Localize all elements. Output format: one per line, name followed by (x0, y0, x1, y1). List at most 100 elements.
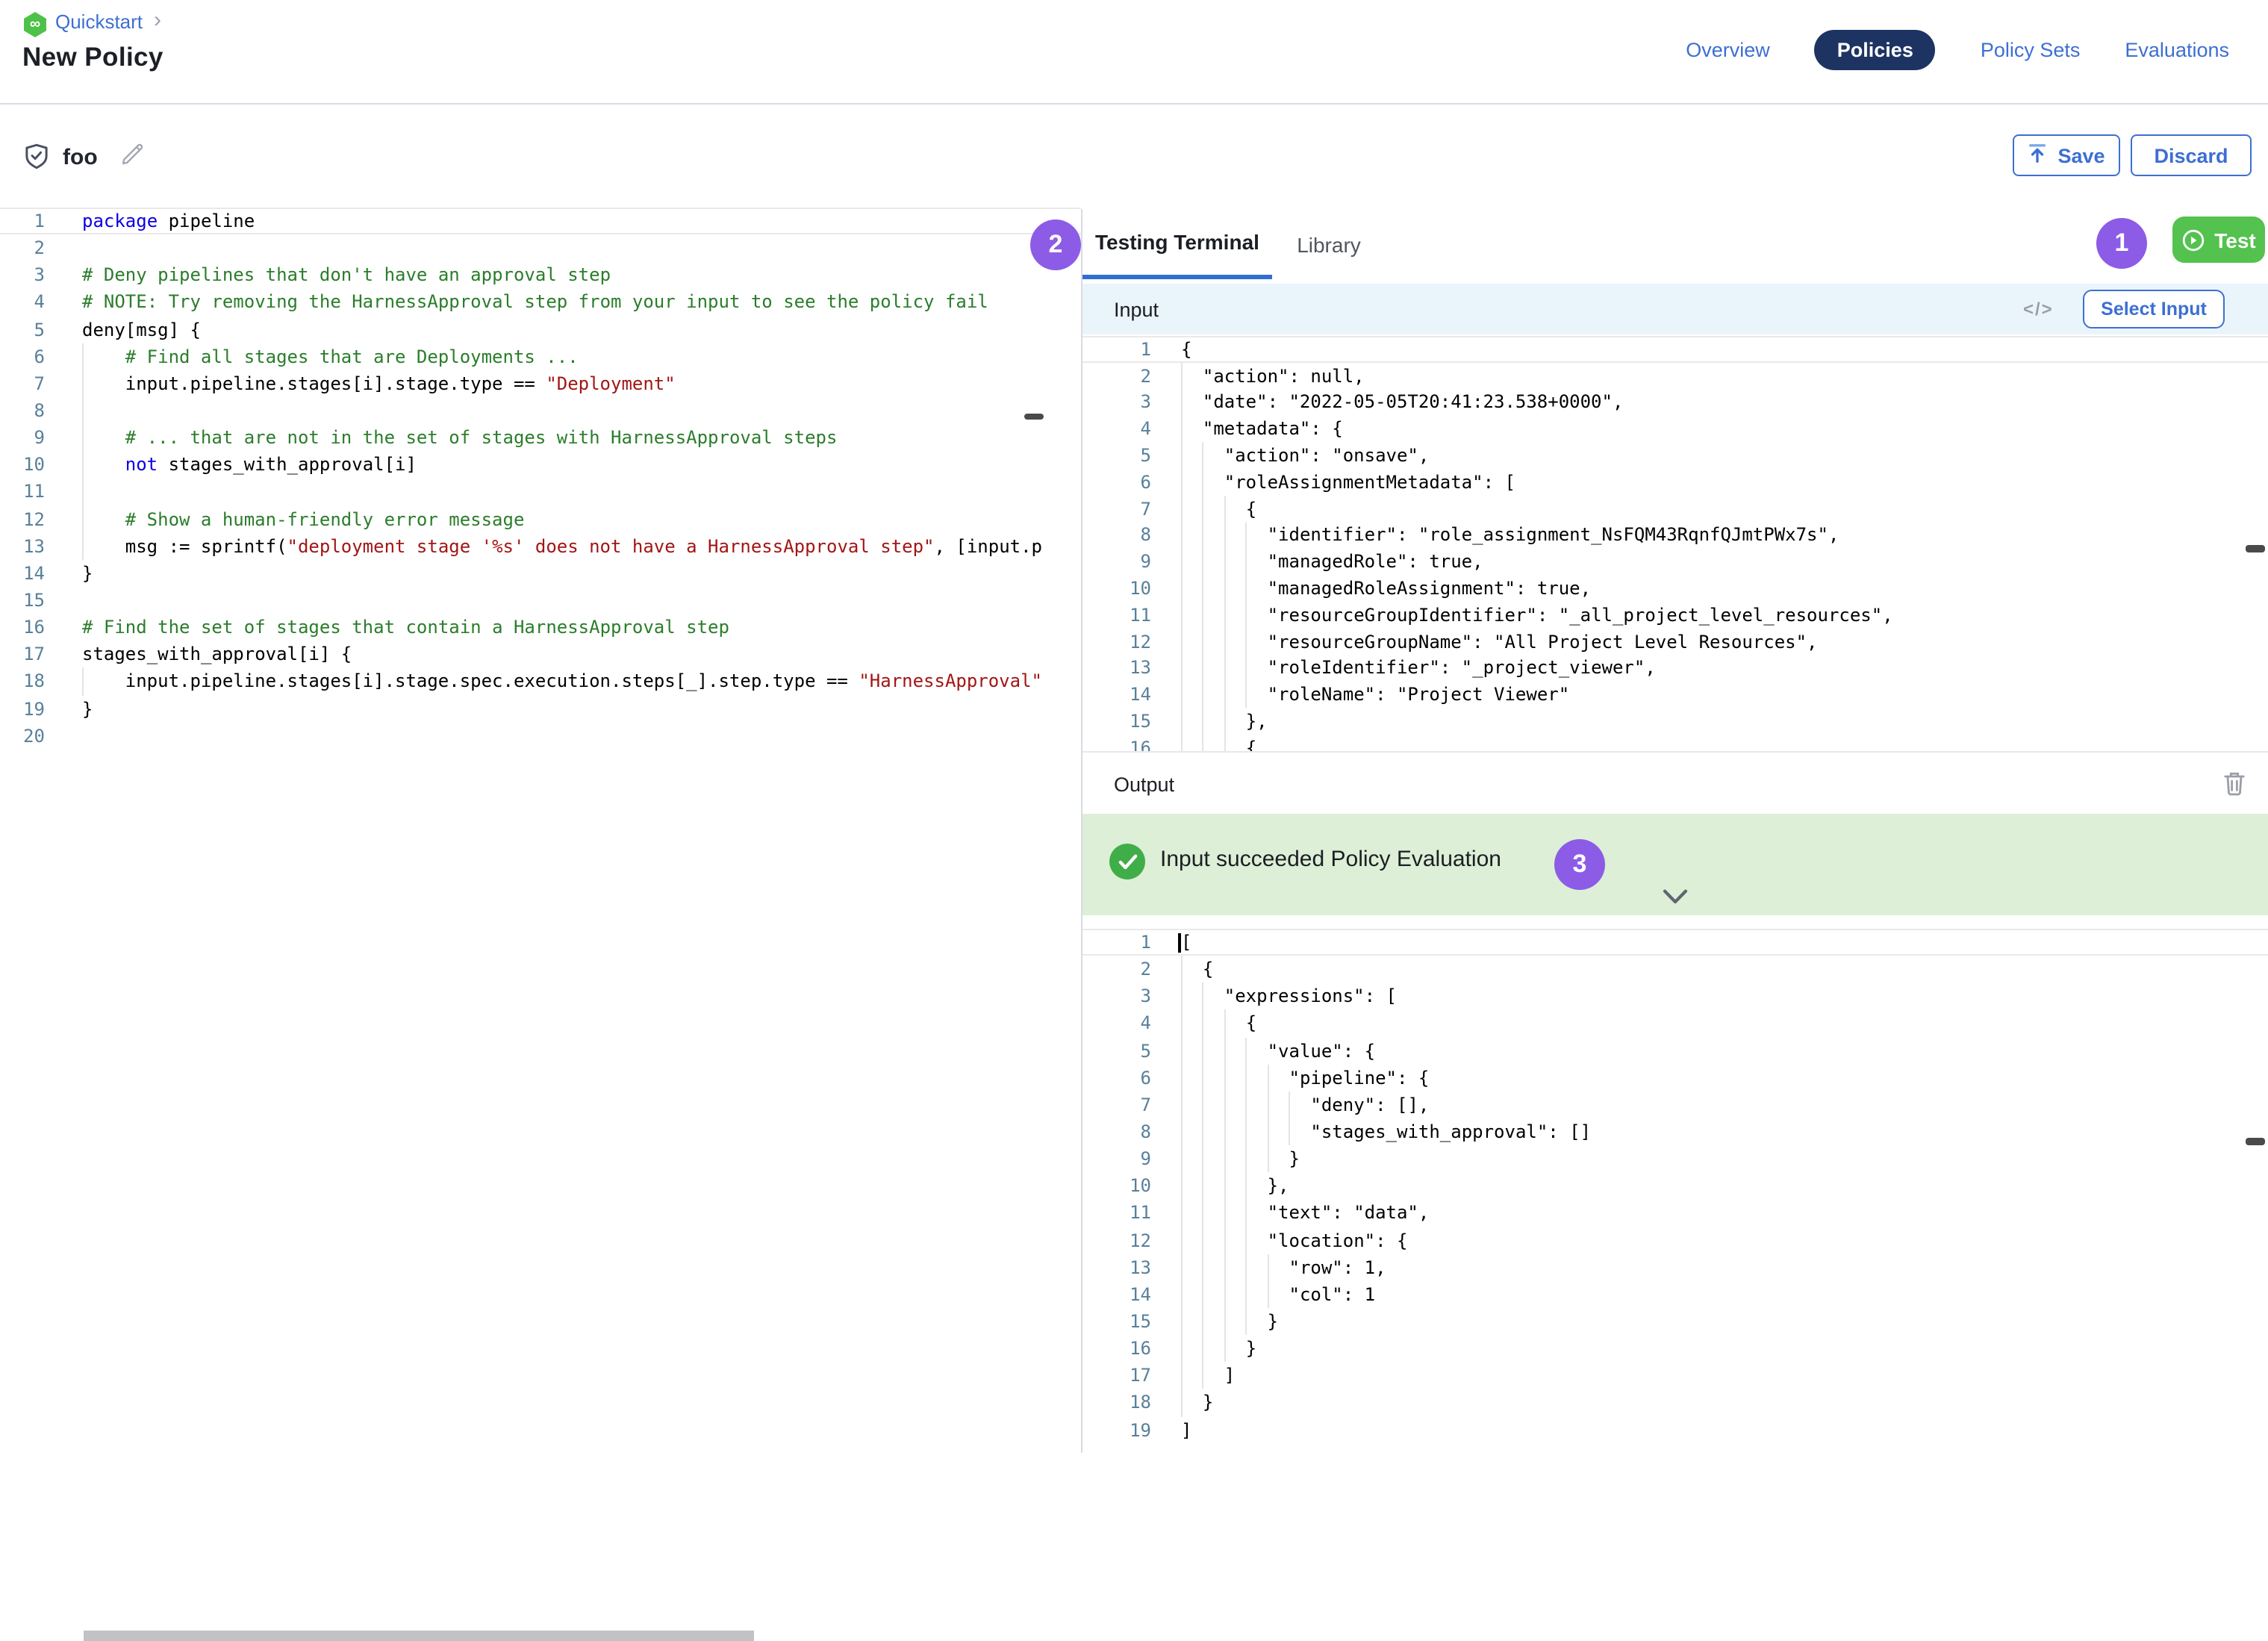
save-button[interactable]: Save (2013, 134, 2120, 176)
code-line[interactable]: 4"metadata": { (1082, 416, 2268, 443)
line-number: 13 (1082, 1254, 1151, 1280)
nav-tab-policy-sets[interactable]: Policy Sets (1981, 39, 2081, 61)
code-line[interactable]: 9} (1082, 1145, 2268, 1172)
code-line[interactable]: 14"col": 1 (1082, 1281, 2268, 1308)
code-line[interactable]: 1{ (1082, 336, 2268, 363)
code-line[interactable]: 11"resourceGroupIdentifier": "_all_proje… (1082, 602, 2268, 629)
code-text: input.pipeline.stages[i].stage.spec.exec… (125, 668, 1042, 695)
indent-guide (1224, 522, 1226, 549)
code-line[interactable]: 12"location": { (1082, 1227, 2268, 1254)
indent-guide (1268, 1254, 1269, 1280)
nav-tab-policies[interactable]: Policies (1815, 30, 1936, 70)
code-line[interactable]: 7"deny": [], (1082, 1092, 2268, 1118)
code-line[interactable]: 13 "row": 1, (1082, 1254, 2268, 1280)
code-line[interactable]: 8"identifier": "role_assignment_NsFQM43R… (1082, 522, 2268, 549)
code-line[interactable]: 4{ (1082, 1010, 2268, 1037)
indent-guide (1181, 735, 1183, 753)
output-editor-scrollbar-thumb[interactable] (2246, 1138, 2265, 1145)
code-line[interactable]: 1package pipeline (0, 208, 1081, 234)
code-line[interactable]: 3"date": "2022-05-05T20:41:23.538+0000", (1082, 389, 2268, 416)
evaluation-result-message: Input succeeded Policy Evaluation (1160, 847, 1501, 872)
code-line[interactable]: 15} (1082, 1308, 2268, 1335)
code-line[interactable]: 7input.pipeline.stages[i].stage.type == … (0, 370, 1081, 397)
input-json-editor[interactable]: 1{2"action": null,3"date": "2022-05-05T2… (1082, 334, 2268, 753)
code-line[interactable]: 11"text": "data", (1082, 1200, 2268, 1227)
code-line[interactable]: 15 (0, 587, 1081, 614)
code-line[interactable]: 3"expressions": [ (1082, 983, 2268, 1010)
indent-guide (1224, 575, 1226, 602)
policy-editor-horizontal-scrollbar[interactable] (84, 1631, 754, 1641)
code-line[interactable]: 12"resourceGroupName": "All Project Leve… (1082, 629, 2268, 656)
expand-chevron-down-icon[interactable] (1662, 885, 1689, 912)
code-line[interactable]: 17] (1082, 1363, 2268, 1389)
code-line[interactable]: 10}, (1082, 1173, 2268, 1200)
code-line[interactable]: 16} (1082, 1335, 2268, 1362)
code-line[interactable]: 5"value": { (1082, 1037, 2268, 1064)
code-line[interactable]: 15}, (1082, 708, 2268, 735)
code-text: "row": 1, (1289, 1254, 1386, 1280)
code-line[interactable]: 16# Find the set of stages that contain … (0, 614, 1081, 641)
code-line[interactable]: 9# ... that are not in the set of stages… (0, 424, 1081, 451)
code-text: "stages_with_approval": [] (1310, 1118, 1591, 1145)
code-line[interactable]: 10"managedRoleAssignment": true, (1082, 575, 2268, 602)
indent-guide (1224, 629, 1226, 656)
code-line[interactable]: 2"action": null, (1082, 363, 2268, 390)
code-line[interactable]: 17stages_with_approval[i] { (0, 641, 1081, 668)
code-line[interactable]: 18input.pipeline.stages[i].stage.spec.ex… (0, 668, 1081, 695)
line-number: 2 (1082, 363, 1151, 390)
indent-guide (82, 505, 84, 532)
tab-library[interactable]: Library (1277, 209, 1381, 279)
code-line[interactable]: 2 (0, 234, 1081, 261)
code-line[interactable]: 2{ (1082, 956, 2268, 983)
code-line[interactable]: 12# Show a human-friendly error message (0, 505, 1081, 532)
code-line[interactable]: 4# NOTE: Try removing the HarnessApprova… (0, 289, 1081, 316)
code-line[interactable]: 5"action": "onsave", (1082, 442, 2268, 469)
code-line[interactable]: 13"roleIdentifier": "_project_viewer", (1082, 655, 2268, 682)
breadcrumb-project-link[interactable]: Quickstart (55, 10, 143, 33)
code-line[interactable]: 14"roleName": "Project Viewer" (1082, 682, 2268, 709)
code-line[interactable]: 5deny[msg] { (0, 316, 1081, 343)
nav-tab-evaluations[interactable]: Evaluations (2125, 39, 2229, 61)
code-line[interactable]: 16{ (1082, 735, 2268, 753)
code-line[interactable]: 6# Find all stages that are Deployments … (0, 343, 1081, 370)
output-json-editor[interactable]: 1[2{3"expressions": [4{5"value": {6"pipe… (1082, 915, 2268, 1466)
line-number: 13 (0, 532, 45, 559)
code-line[interactable]: 19] (1082, 1416, 2268, 1443)
policy-editor-scrollbar-thumb[interactable] (1024, 414, 1044, 420)
input-editor-scrollbar-thumb[interactable] (2246, 545, 2265, 552)
code-text: { (1246, 496, 1256, 523)
code-line[interactable]: 13msg := sprintf("deployment stage '%s' … (0, 532, 1081, 559)
code-line[interactable]: 14} (0, 560, 1081, 587)
code-line[interactable]: 11 (0, 479, 1081, 505)
code-line[interactable]: 9"managedRole": true, (1082, 549, 2268, 576)
test-button[interactable]: Test (2172, 217, 2265, 263)
code-line[interactable]: 10not stages_with_approval[i] (0, 452, 1081, 479)
code-line[interactable]: 8 (0, 397, 1081, 424)
code-line[interactable]: 8"stages_with_approval": [] (1082, 1118, 2268, 1145)
policy-code-editor[interactable]: 1package pipeline23# Deny pipelines that… (0, 208, 1081, 1453)
code-line[interactable]: 18} (1082, 1389, 2268, 1416)
code-line[interactable]: 19} (0, 695, 1081, 722)
nav-tab-overview[interactable]: Overview (1686, 39, 1770, 61)
tab-testing-terminal[interactable]: Testing Terminal (1082, 209, 1272, 279)
code-line[interactable]: 1[ (1082, 929, 2268, 956)
indent-guide (1224, 1335, 1226, 1362)
code-line[interactable]: 3# Deny pipelines that don't have an app… (0, 262, 1081, 289)
discard-button[interactable]: Discard (2131, 134, 2252, 176)
code-text: # Find all stages that are Deployments .… (125, 343, 579, 370)
code-line[interactable]: 20 (0, 722, 1081, 749)
line-number: 8 (0, 397, 45, 424)
code-text: # NOTE: Try removing the HarnessApproval… (82, 289, 988, 316)
clear-output-trash-icon[interactable] (2223, 770, 2246, 803)
code-line[interactable]: 6"pipeline": { (1082, 1064, 2268, 1091)
code-brackets-icon[interactable]: </> (2023, 284, 2054, 334)
code-line[interactable]: 6"roleAssignmentMetadata": [ (1082, 469, 2268, 496)
indent-guide (1181, 1281, 1183, 1308)
select-input-button[interactable]: Select Input (2083, 290, 2225, 328)
indent-guide (1181, 469, 1183, 496)
code-line[interactable]: 7{ (1082, 496, 2268, 523)
indent-guide (1181, 522, 1183, 549)
edit-pencil-icon[interactable] (119, 142, 145, 175)
indent-guide (1181, 1200, 1183, 1227)
line-number: 3 (1082, 983, 1151, 1010)
